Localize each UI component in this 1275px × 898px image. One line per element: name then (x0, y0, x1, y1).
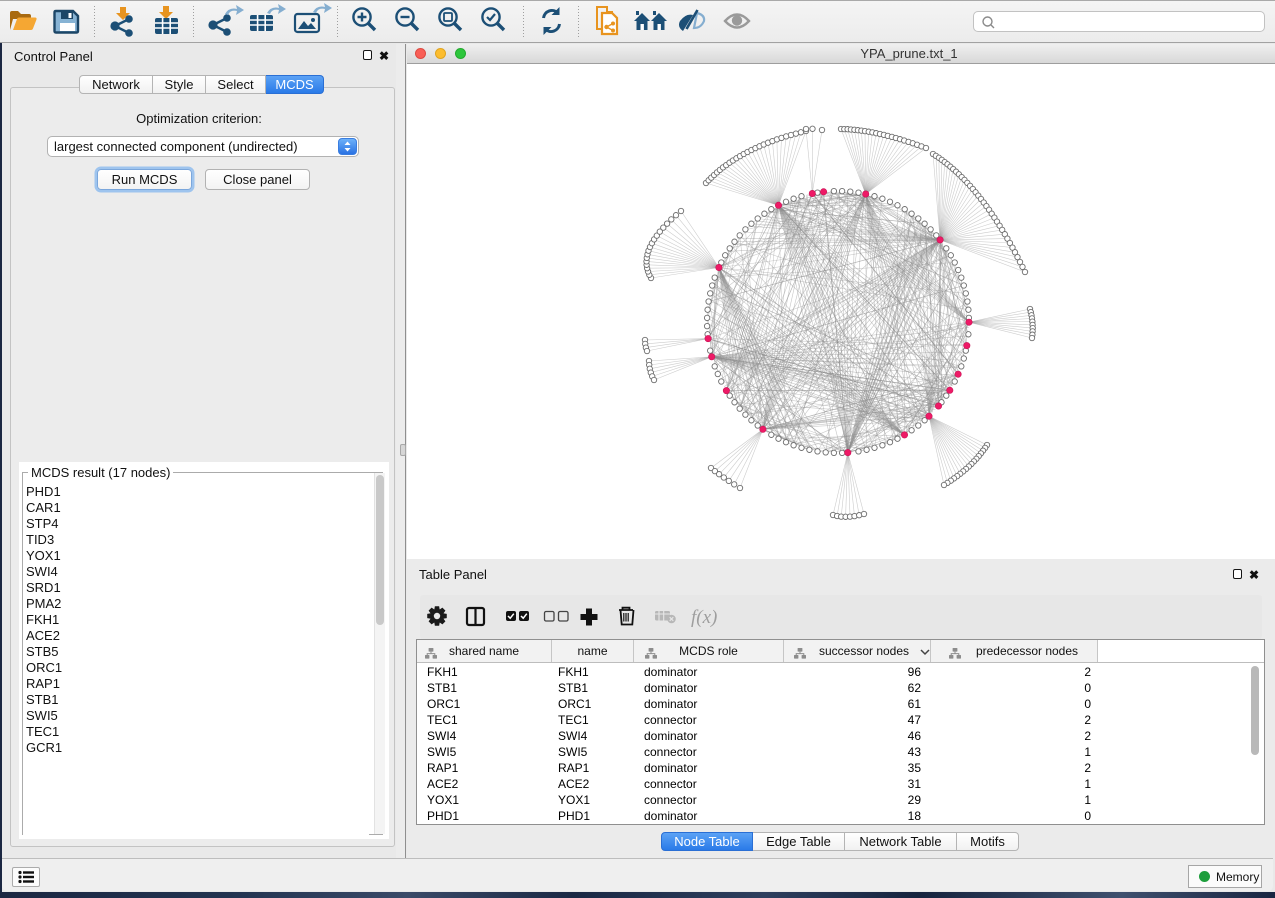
svg-text:f(x): f(x) (691, 607, 717, 628)
